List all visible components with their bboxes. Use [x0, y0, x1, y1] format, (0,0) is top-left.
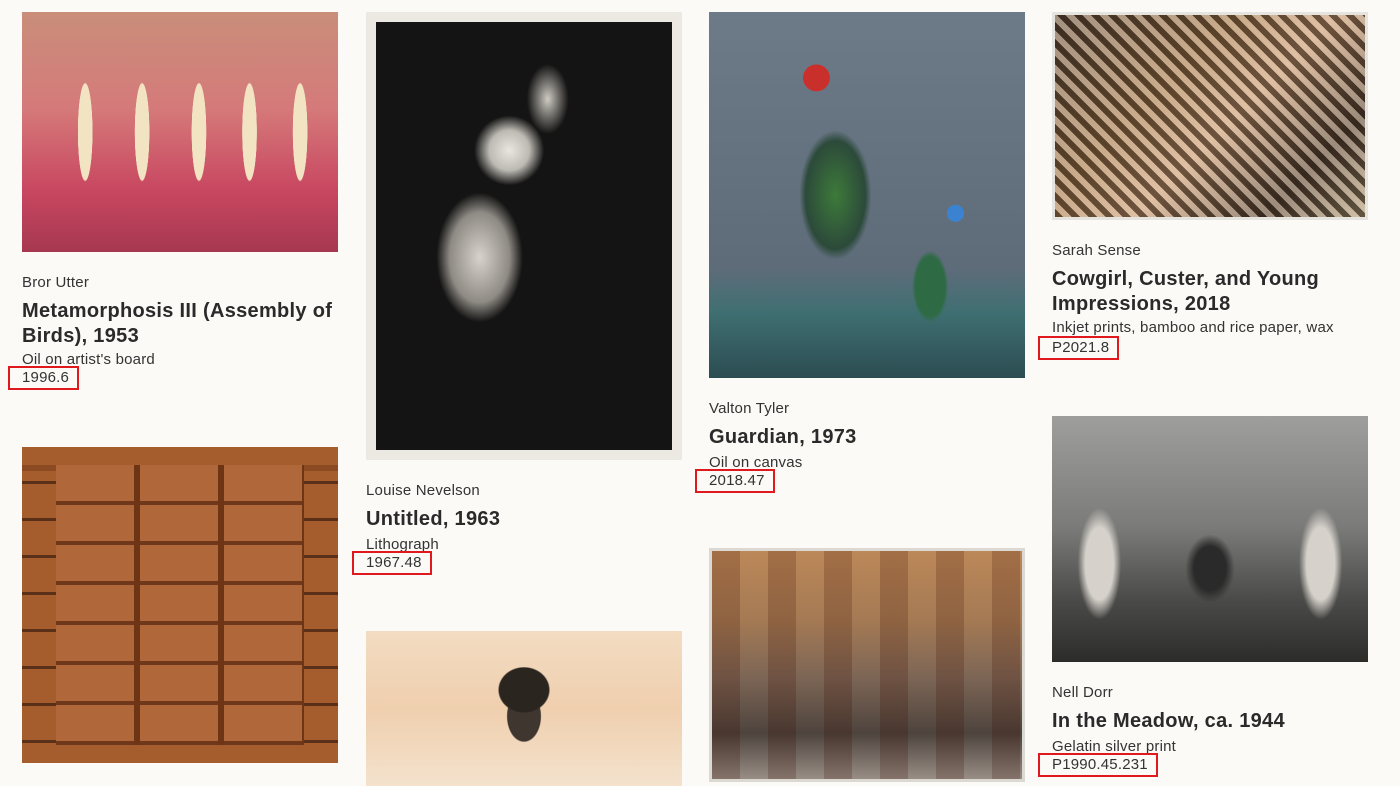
cabinet-shelves — [56, 465, 304, 745]
artwork-medium: Inkjet prints, bamboo and rice paper, wa… — [1052, 319, 1334, 336]
artwork-image[interactable] — [1052, 416, 1368, 662]
artwork-medium: Gelatin silver print — [1052, 738, 1177, 755]
artist-name: Bror Utter — [22, 274, 90, 291]
accession-number-text: P2021.8 — [1052, 339, 1110, 356]
accession-number-text: 1996.6 — [22, 369, 70, 386]
artwork-card-nevelson[interactable]: Louise Nevelson Untitled, 1963 Lithograp… — [352, 12, 682, 575]
artwork-medium: Oil on canvas — [709, 454, 803, 471]
artwork-title[interactable]: Cowgirl, Custer, and Young Impressions, … — [1052, 267, 1368, 317]
artwork-image[interactable] — [1052, 12, 1368, 220]
artwork-title[interactable]: Guardian, 1973 — [709, 425, 1025, 450]
artwork-card-portrait[interactable] — [366, 631, 682, 786]
accession-number-text: 2018.47 — [709, 472, 765, 489]
accession-number: P2021.8 — [1038, 336, 1120, 360]
artist-name: Sarah Sense — [1052, 242, 1141, 259]
artwork-image[interactable] — [366, 12, 682, 460]
artwork-card-sunkist[interactable] — [709, 548, 1025, 782]
artwork-title[interactable]: Metamorphosis III (Assembly of Birds), 1… — [22, 299, 338, 349]
artwork-image[interactable] — [709, 12, 1025, 378]
accession-number: 1996.6 — [8, 366, 80, 390]
accession-number: 1967.48 — [352, 551, 432, 575]
artwork-medium: Oil on artist's board — [22, 351, 155, 368]
artwork-title[interactable]: Untitled, 1963 — [366, 507, 682, 532]
artwork-title[interactable]: In the Meadow, ca. 1944 — [1052, 709, 1368, 734]
artwork-card-tyler[interactable]: Valton Tyler Guardian, 1973 Oil on canva… — [695, 12, 1025, 493]
artwork-card-cabinet[interactable] — [22, 447, 338, 763]
artist-name: Nell Dorr — [1052, 684, 1113, 701]
artwork-image[interactable] — [709, 548, 1025, 782]
artwork-card-utter[interactable]: Bror Utter Metamorphosis III (Assembly o… — [8, 12, 338, 390]
artwork-image[interactable] — [22, 12, 338, 252]
accession-number: 2018.47 — [695, 469, 775, 493]
accession-number-text: 1967.48 — [366, 554, 422, 571]
artist-name: Valton Tyler — [709, 400, 790, 417]
artist-name: Louise Nevelson — [366, 482, 480, 499]
artwork-medium: Lithograph — [366, 536, 439, 553]
artwork-card-sense[interactable]: Sarah Sense Cowgirl, Custer, and Young I… — [1038, 12, 1368, 360]
artwork-image[interactable] — [22, 447, 338, 763]
collection-grid: Bror Utter Metamorphosis III (Assembly o… — [0, 0, 1400, 786]
accession-number: P1990.45.231 — [1038, 753, 1158, 777]
accession-number-text: P1990.45.231 — [1052, 756, 1148, 773]
artwork-card-dorr[interactable]: Nell Dorr In the Meadow, ca. 1944 Gelati… — [1038, 416, 1368, 777]
artwork-image[interactable] — [366, 631, 682, 786]
